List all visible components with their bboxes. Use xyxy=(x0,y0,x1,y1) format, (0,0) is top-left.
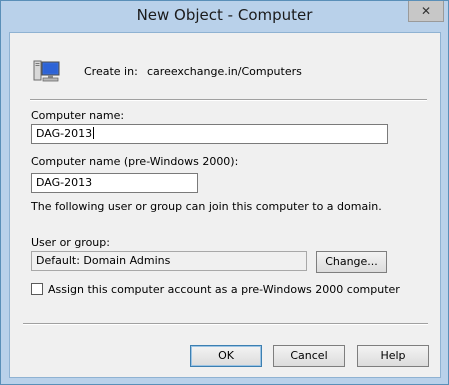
change-button[interactable]: Change... xyxy=(316,251,387,273)
text-caret xyxy=(93,127,95,139)
user-group-value: Default: Domain Admins xyxy=(36,254,171,267)
create-in-label: Create in: xyxy=(84,65,138,78)
computer-icon xyxy=(33,60,60,82)
pre2000-name-label: Computer name (pre-Windows 2000): xyxy=(31,155,239,168)
user-group-label: User or group: xyxy=(31,236,110,249)
close-icon: ✕ xyxy=(420,4,432,18)
dialog-body: Create in: careexchange.in/Computers Com… xyxy=(9,32,441,378)
pre2000-name-input[interactable]: DAG-2013 xyxy=(31,173,198,193)
help-button[interactable]: Help xyxy=(357,345,429,367)
header-divider xyxy=(30,99,427,101)
computer-name-value: DAG-2013 xyxy=(36,127,93,140)
join-note: The following user or group can join thi… xyxy=(31,200,382,213)
ok-button[interactable]: OK xyxy=(190,345,262,367)
user-group-field: Default: Domain Admins xyxy=(31,251,307,271)
footer-divider xyxy=(23,323,428,325)
computer-name-label: Computer name: xyxy=(31,109,125,122)
title-bar[interactable]: New Object - Computer ✕ xyxy=(1,1,448,31)
dialog-title: New Object - Computer xyxy=(136,6,313,24)
assign-pre2000-label[interactable]: Assign this computer account as a pre-Wi… xyxy=(48,283,400,296)
dialog-window: New Object - Computer ✕ Create in: caree… xyxy=(0,0,449,385)
computer-name-input[interactable]: DAG-2013 xyxy=(31,124,388,144)
pre2000-name-value: DAG-2013 xyxy=(36,176,93,189)
create-in-path: careexchange.in/Computers xyxy=(147,65,302,78)
close-button[interactable]: ✕ xyxy=(408,1,444,22)
cancel-button[interactable]: Cancel xyxy=(273,345,345,367)
assign-pre2000-checkbox[interactable] xyxy=(31,283,43,295)
